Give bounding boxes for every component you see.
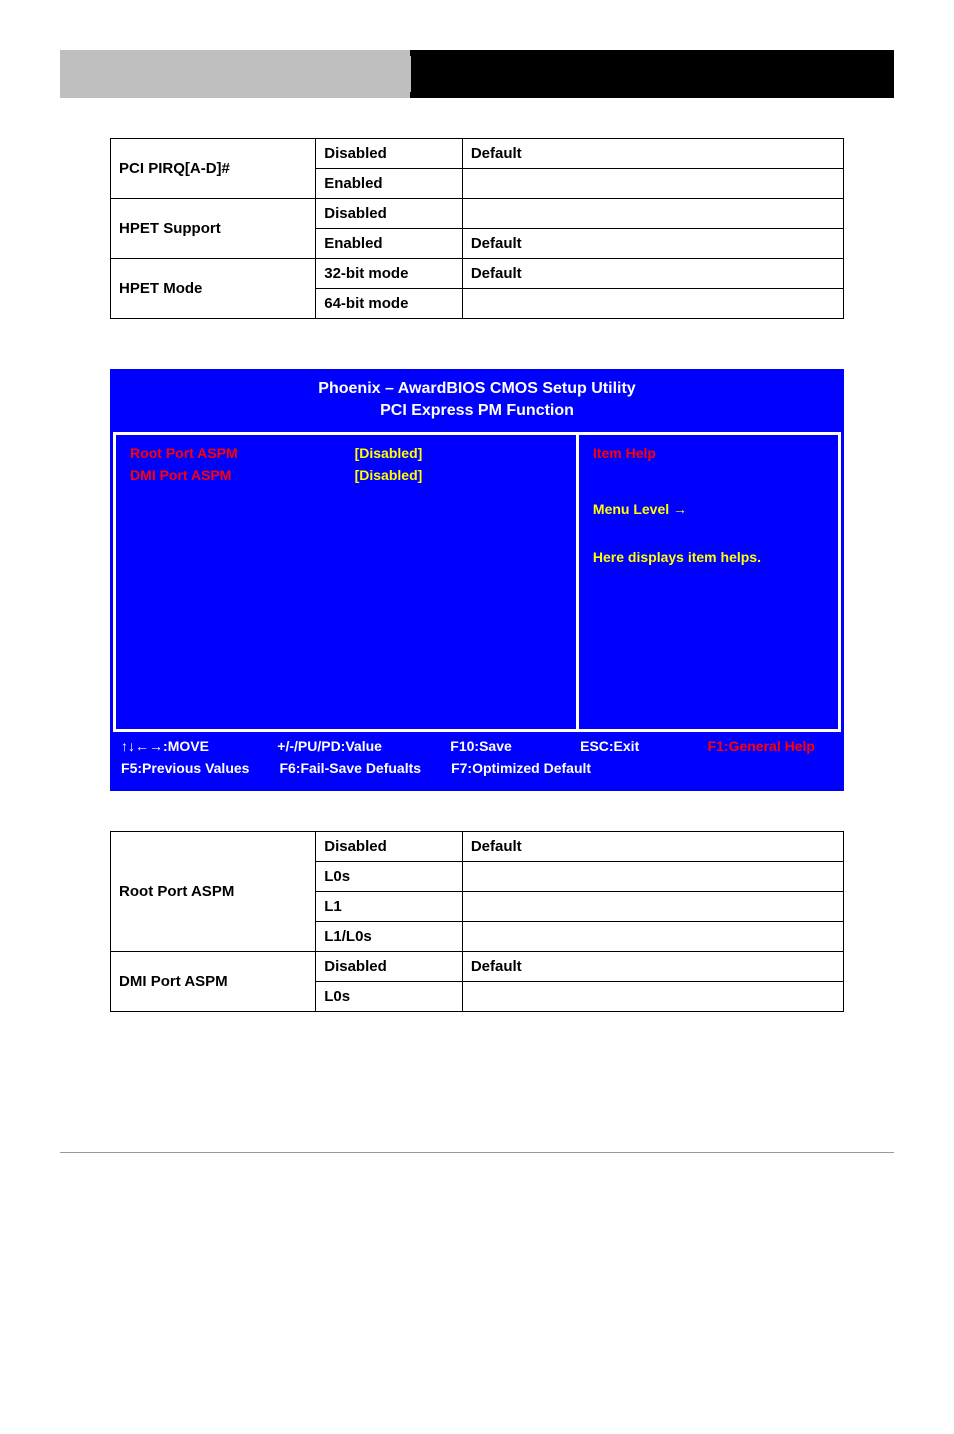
option-name: Root Port ASPM [111,832,316,952]
bios-key-value: +/-/PU/PD:Value [277,738,382,754]
option-default [462,892,843,922]
bios-item-label: DMI Port ASPM [130,467,355,483]
table-row: HPET SupportDisabled [111,199,844,229]
option-name: PCI PIRQ[A-D]# [111,139,316,199]
header-bar [60,50,894,98]
option-value: Disabled [316,139,463,169]
option-value: L1 [316,892,463,922]
bios-key-general-help: F1:General Help [708,738,815,754]
option-default: Default [462,229,843,259]
bios-menu-level: Menu Level → [593,501,824,517]
bios-item-dmi-port: DMI Port ASPM [Disabled] [130,467,562,483]
bios-screenshot: Phoenix – AwardBIOS CMOS Setup Utility P… [110,369,844,791]
table-row: PCI PIRQ[A-D]#DisabledDefault [111,139,844,169]
bios-left-pane: Root Port ASPM [Disabled] DMI Port ASPM … [113,432,579,732]
option-default: Default [462,259,843,289]
option-name: DMI Port ASPM [111,952,316,1012]
bios-item-root-port: Root Port ASPM [Disabled] [130,445,562,461]
bios-key-exit: ESC:Exit [580,738,639,754]
option-value: Disabled [316,199,463,229]
option-default [462,982,843,1012]
option-value: 32-bit mode [316,259,463,289]
option-default [462,199,843,229]
option-default: Default [462,139,843,169]
option-default: Default [462,832,843,862]
option-name: HPET Mode [111,259,316,319]
table-row: DMI Port ASPMDisabledDefault [111,952,844,982]
bios-key-optimized: F7:Optimized Default [451,760,591,776]
bios-item-label: Root Port ASPM [130,445,355,461]
bios-key-save: F10:Save [450,738,511,754]
footer-rule [60,1152,894,1153]
option-default [462,862,843,892]
option-value: L0s [316,862,463,892]
option-value: Enabled [316,229,463,259]
bios-footer: ↑↓←→:MOVE +/-/PU/PD:Value F10:Save ESC:E… [110,732,844,791]
bios-title: Phoenix – AwardBIOS CMOS Setup Utility P… [110,369,844,432]
bios-title-line2: PCI Express PM Function [113,400,841,426]
option-value: L1/L0s [316,922,463,952]
option-value: L0s [316,982,463,1012]
bios-item-value: [Disabled] [355,445,423,461]
bios-key-move: ↑↓←→:MOVE [121,738,209,754]
bios-help-title: Item Help [593,445,824,461]
bios-help-desc: Here displays item helps. [593,547,824,568]
option-value: 64-bit mode [316,289,463,319]
option-name: HPET Support [111,199,316,259]
table-row: Root Port ASPMDisabledDefault [111,832,844,862]
bios-item-value: [Disabled] [355,467,423,483]
bios-title-line1: Phoenix – AwardBIOS CMOS Setup Utility [113,378,841,400]
option-default [462,922,843,952]
option-default: Default [462,952,843,982]
table-row: HPET Mode32-bit modeDefault [111,259,844,289]
bios-help-pane: Item Help Menu Level → Here displays ite… [579,432,841,732]
option-default [462,169,843,199]
options-table-2: Root Port ASPMDisabledDefaultL0sL1L1/L0s… [110,831,844,1012]
bios-key-failsafe: F6:Fail-Save Defualts [279,760,421,776]
options-table-1: PCI PIRQ[A-D]#DisabledDefaultEnabledHPET… [110,138,844,319]
option-value: Enabled [316,169,463,199]
option-value: Disabled [316,832,463,862]
header-right [410,50,894,98]
header-left [60,50,410,98]
option-default [462,289,843,319]
option-value: Disabled [316,952,463,982]
bios-key-prev-values: F5:Previous Values [121,760,249,776]
